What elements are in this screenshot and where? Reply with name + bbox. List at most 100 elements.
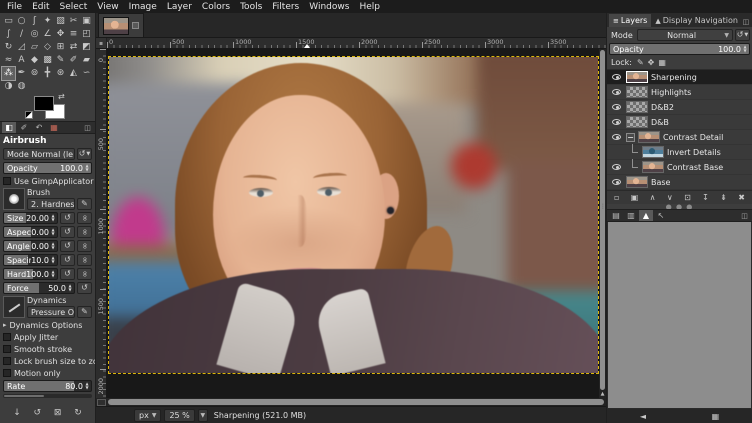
horizontal-scrollbar-thumb[interactable] <box>108 399 604 405</box>
tool-color-picker[interactable]: ∕ <box>15 28 28 41</box>
default-colors-icon[interactable] <box>25 111 33 119</box>
applicator-checkbox[interactable] <box>3 177 11 185</box>
tool-bucket-fill[interactable]: ◆ <box>28 54 41 67</box>
tool-flip[interactable]: ⇄ <box>67 41 80 54</box>
menu-layer[interactable]: Layer <box>162 1 197 13</box>
layer-row[interactable]: D&B2 <box>607 100 752 115</box>
menu-select[interactable]: Select <box>55 1 93 13</box>
reset-button[interactable]: ↺ <box>60 240 75 252</box>
tool-pencil[interactable]: ✎ <box>54 54 67 67</box>
zoom-input[interactable]: 25 % <box>164 409 194 422</box>
vertical-scrollbar-thumb[interactable] <box>600 50 605 390</box>
unit-select[interactable]: px ▼ <box>134 409 161 422</box>
ruler-corner-button[interactable]: ▪ <box>96 38 107 49</box>
layer-row[interactable]: Invert Details <box>607 145 752 160</box>
menu-file[interactable]: File <box>2 1 27 13</box>
layer-row[interactable]: −Contrast Detail <box>607 130 752 145</box>
slider-rate[interactable]: Rate80.0▲▼ <box>3 380 92 392</box>
visibility-toggle[interactable] <box>610 179 623 185</box>
new-layer-button[interactable]: ▫ <box>614 194 619 202</box>
dock-menu-button[interactable]: ◫ <box>739 210 750 221</box>
tool-measure[interactable]: ∠ <box>41 28 54 41</box>
reset-button[interactable]: ↺ <box>60 212 75 224</box>
edit-brush-button[interactable]: ✎ <box>77 198 92 210</box>
option-smooth-stroke[interactable]: Smooth stroke <box>3 344 92 354</box>
anchor-layer-button[interactable]: ↧ <box>702 194 709 202</box>
dock2-grid-button[interactable]: ▦ <box>712 412 720 421</box>
visibility-toggle[interactable] <box>610 134 623 140</box>
tool-free-select[interactable]: ʃ <box>28 15 41 28</box>
slider-force[interactable]: Force50.0▲▼ <box>3 282 75 294</box>
tool-options-scrollbar[interactable] <box>3 394 92 398</box>
tool-eraser[interactable]: ▰ <box>80 54 93 67</box>
link-button[interactable]: ∞ <box>77 254 92 266</box>
tab-histogram[interactable]: ▲ <box>639 210 653 221</box>
spin-arrows-icon[interactable]: ▲▼ <box>84 164 90 172</box>
tool-fuzzy-select[interactable]: ✦ <box>41 15 54 28</box>
tool-crop[interactable]: ◰ <box>80 28 93 41</box>
spin-arrows-icon[interactable]: ▲▼ <box>50 228 56 236</box>
new-group-button[interactable]: ▣ <box>631 194 639 202</box>
link-button[interactable]: ∞ <box>77 240 92 252</box>
tab-device-status[interactable]: ✐ <box>17 122 31 133</box>
foreground-color-swatch[interactable] <box>34 96 54 111</box>
slider-opacity[interactable]: Opacity100.0▲▼ <box>3 162 92 174</box>
canvas-viewport[interactable] <box>107 49 599 398</box>
image-tab[interactable] <box>98 13 144 37</box>
duplicate-layer-button[interactable]: ⊡ <box>684 194 691 202</box>
link-button[interactable]: ∞ <box>77 226 92 238</box>
layer-mode-switch-button[interactable]: ↺▼ <box>735 29 750 41</box>
visibility-toggle[interactable] <box>610 104 623 110</box>
tool-mypaint-brush[interactable]: ◍ <box>15 80 28 93</box>
merge-layer-button[interactable]: ⇟ <box>720 194 727 202</box>
tab-image-thumb[interactable]: ▤ <box>609 210 623 221</box>
dynamics-thumbnail[interactable] <box>3 296 25 318</box>
tool-paths[interactable]: ∫ <box>2 28 15 41</box>
option-apply-jitter[interactable]: Apply Jitter <box>3 332 92 342</box>
checkbox[interactable] <box>3 345 11 353</box>
tool-clone[interactable]: ⊚ <box>28 67 41 80</box>
checkbox[interactable] <box>3 357 11 365</box>
lock-pixels-icon[interactable]: ✎ <box>637 58 644 67</box>
tool-ellipse-select[interactable]: ○ <box>15 15 28 28</box>
tool-cage-transform[interactable]: ◩ <box>80 41 93 54</box>
menu-tools[interactable]: Tools <box>235 1 267 13</box>
tool-perspective-clone[interactable]: ⊛ <box>54 67 67 80</box>
tool-move[interactable]: ✥ <box>54 28 67 41</box>
option-lock-brush-size-to-zoom[interactable]: Lock brush size to zoom <box>3 356 92 366</box>
canvas-image[interactable] <box>109 57 598 373</box>
lower-layer-button[interactable]: ∨ <box>667 194 673 202</box>
tool-paintbrush[interactable]: ✐ <box>67 54 80 67</box>
tab-display-navigation[interactable]: ▲ Display Navigation <box>651 14 742 27</box>
tool-scissors-select[interactable]: ✂ <box>67 15 80 28</box>
delete-layer-button[interactable]: ✖ <box>738 194 745 202</box>
reset-button[interactable]: ↺ <box>60 254 75 266</box>
tool-rectangle-select[interactable]: ▭ <box>2 15 15 28</box>
spin-arrows-icon[interactable]: ▲▼ <box>67 284 73 292</box>
save-preset-button[interactable]: ↓ <box>9 407 25 419</box>
paint-mode-select[interactable]: Mode Normal (le ▼ <box>3 148 75 160</box>
tab-images[interactable]: ▦ <box>47 122 61 133</box>
spin-arrows-icon[interactable]: ▲▼ <box>50 270 56 278</box>
edit-dynamics-button[interactable]: ✎ <box>77 306 92 318</box>
link-button[interactable]: ∞ <box>77 212 92 224</box>
dock2-back-button[interactable]: ◄ <box>640 412 646 421</box>
horizontal-ruler[interactable]: 0500100015002000250030003500 <box>107 38 606 49</box>
brush-thumbnail[interactable] <box>3 188 25 210</box>
tool-blur-sharpen[interactable]: ◭ <box>67 67 80 80</box>
scroll-up-icon[interactable]: ▲ <box>599 391 606 398</box>
tool-warp-transform[interactable]: ≈ <box>2 54 15 67</box>
layer-row[interactable]: Contrast Base <box>607 160 752 175</box>
tool-rotate[interactable]: ↻ <box>2 41 15 54</box>
menu-colors[interactable]: Colors <box>197 1 235 13</box>
tab-tool-options[interactable]: ◧ <box>2 122 16 133</box>
lock-alpha-icon[interactable]: ▦ <box>658 58 666 67</box>
menu-filters[interactable]: Filters <box>267 1 304 13</box>
menu-edit[interactable]: Edit <box>27 1 54 13</box>
lower-dock-content[interactable] <box>607 222 752 409</box>
slider-aspect-ratio[interactable]: Aspect Ratio0.00▲▼ <box>3 226 58 238</box>
vertical-ruler[interactable]: 0500100015002000 <box>96 49 107 398</box>
collapse-expander[interactable]: − <box>626 133 635 142</box>
tab-pointer[interactable]: ↖ <box>654 210 668 221</box>
tool-scale[interactable]: ◿ <box>15 41 28 54</box>
